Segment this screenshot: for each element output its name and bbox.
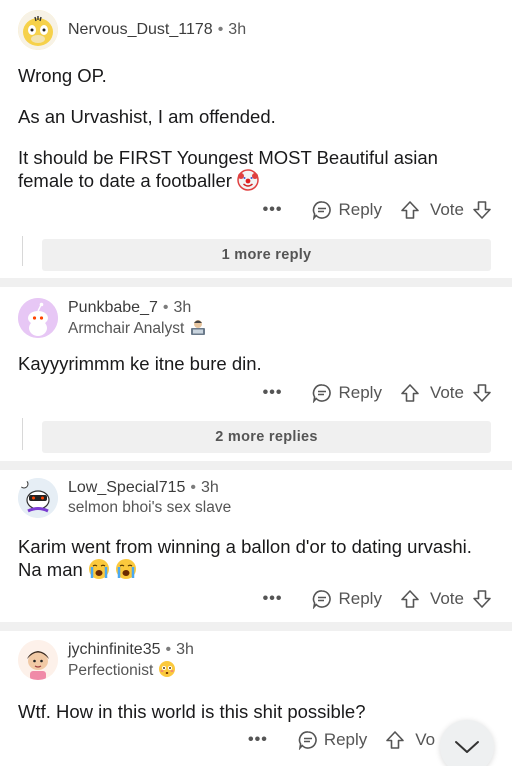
more-options-button[interactable]: ••• [263,590,283,608]
avatar-snoo-character[interactable] [18,640,58,680]
downvote-icon[interactable] [472,200,492,220]
thread-line [22,236,23,266]
timestamp: 3h [201,479,219,496]
avatar-psyduck[interactable] [18,10,58,50]
comment-separator [0,622,512,631]
separator-dot: • [162,299,169,316]
comment-paragraph: As an Urvashist, I am offended. [18,106,276,127]
comment-paragraph: Wtf. How in this world is this shit poss… [18,701,366,722]
reply-label: Reply [323,730,368,749]
timestamp: 3h [228,21,247,38]
separator-dot: • [190,479,197,496]
comment-body: Wtf. How in this world is this shit poss… [18,700,492,723]
loudly-crying-face-emoji-icon [115,558,137,580]
reply-button[interactable]: Reply [298,730,367,750]
downvote-icon[interactable] [472,383,492,403]
reply-label: Reply [338,200,382,219]
upvote-icon[interactable] [400,383,420,403]
reply-button[interactable]: Reply [312,200,382,220]
more-replies-button[interactable]: 1 more reply [42,239,491,271]
reply-icon [313,201,332,220]
username[interactable]: Low_Special715 [68,479,185,496]
vote-label: Vote [429,589,464,608]
reply-label: Reply [338,383,382,402]
comment-header: Nervous_Dust_1178 • 3h [18,10,246,50]
more-options-button[interactable]: ••• [263,201,283,219]
avatar-snoo-custom[interactable] [18,478,58,518]
upvote-icon[interactable] [400,589,420,609]
timestamp: 3h [176,641,194,658]
flair-text: Perfectionist [68,662,154,679]
comment-paragraph: Karim went from winning a ballon d'or to… [18,536,472,580]
comment-separator [0,278,512,287]
scroll-down-button[interactable] [440,720,494,766]
custom-snoo-avatar-icon [18,478,58,518]
comment-actions: ••• Reply Vote [263,585,492,613]
comment-actions: ••• Reply Vo [248,726,443,754]
vote-control: Vote [400,200,492,220]
psyduck-avatar-icon [18,10,58,50]
technologist-emoji-icon [189,318,207,336]
reply-icon [298,731,317,750]
reply-icon [313,384,332,403]
clown-face-emoji-icon [237,169,259,191]
thread-line [22,418,23,450]
reply-button[interactable]: Reply [312,383,382,403]
chevron-down-icon [455,741,479,753]
flair-text: Armchair Analyst [68,320,185,337]
username[interactable]: Punkbabe_7 [68,299,158,316]
comment-body: Karim went from winning a ballon d'or to… [18,535,492,581]
comment-body: Wrong OP. As an Urvashist, I am offended… [18,64,492,192]
separator-dot: • [165,641,172,658]
user-flair: Perfectionist [68,660,194,681]
vote-control: Vote [400,383,492,403]
vote-label: Vo [415,730,436,749]
comment-actions: ••• Reply Vote [263,196,492,224]
comment-paragraph: Kayyyrimmm ke itne bure din. [18,353,262,374]
username[interactable]: jychinfinite35 [68,641,161,658]
separator-dot: • [217,21,224,38]
character-avatar-icon [18,640,58,680]
avatar-snoo[interactable] [18,298,58,338]
comment-paragraph: It should be FIRST Youngest MOST Beautif… [18,147,438,191]
comment-header: Low_Special715 • 3h selmon bhoi's sex slav… [18,478,231,518]
upvote-icon[interactable] [400,200,420,220]
vote-label: Vote [429,383,464,402]
vote-control: Vo [385,730,443,750]
reply-label: Reply [338,589,382,608]
downvote-icon[interactable] [472,589,492,609]
loudly-crying-face-emoji-icon [88,558,110,580]
comment-paragraph: Wrong OP. [18,65,107,86]
flushed-face-emoji-icon [158,660,176,678]
more-options-button[interactable]: ••• [263,384,283,402]
username[interactable]: Nervous_Dust_1178 [68,21,213,38]
comment-actions: ••• Reply Vote [263,379,492,407]
user-flair: Armchair Analyst [68,318,207,339]
snoo-avatar-icon [18,298,58,338]
comment-body: Kayyyrimmm ke itne bure din. [18,352,492,375]
comment-separator [0,461,512,470]
upvote-icon[interactable] [385,730,405,750]
reply-icon [313,590,332,609]
more-options-button[interactable]: ••• [248,731,268,749]
reply-button[interactable]: Reply [312,589,382,609]
vote-label: Vote [429,200,464,219]
comment-header: Punkbabe_7 • 3h Armchair Analyst [18,298,207,339]
vote-control: Vote [400,589,492,609]
comment-header: jychinfinite35 • 3h Perfectionist [18,640,194,681]
more-replies-button[interactable]: 2 more replies [42,421,491,453]
user-flair: selmon bhoi's sex slave [68,499,232,516]
timestamp: 3h [173,299,192,316]
